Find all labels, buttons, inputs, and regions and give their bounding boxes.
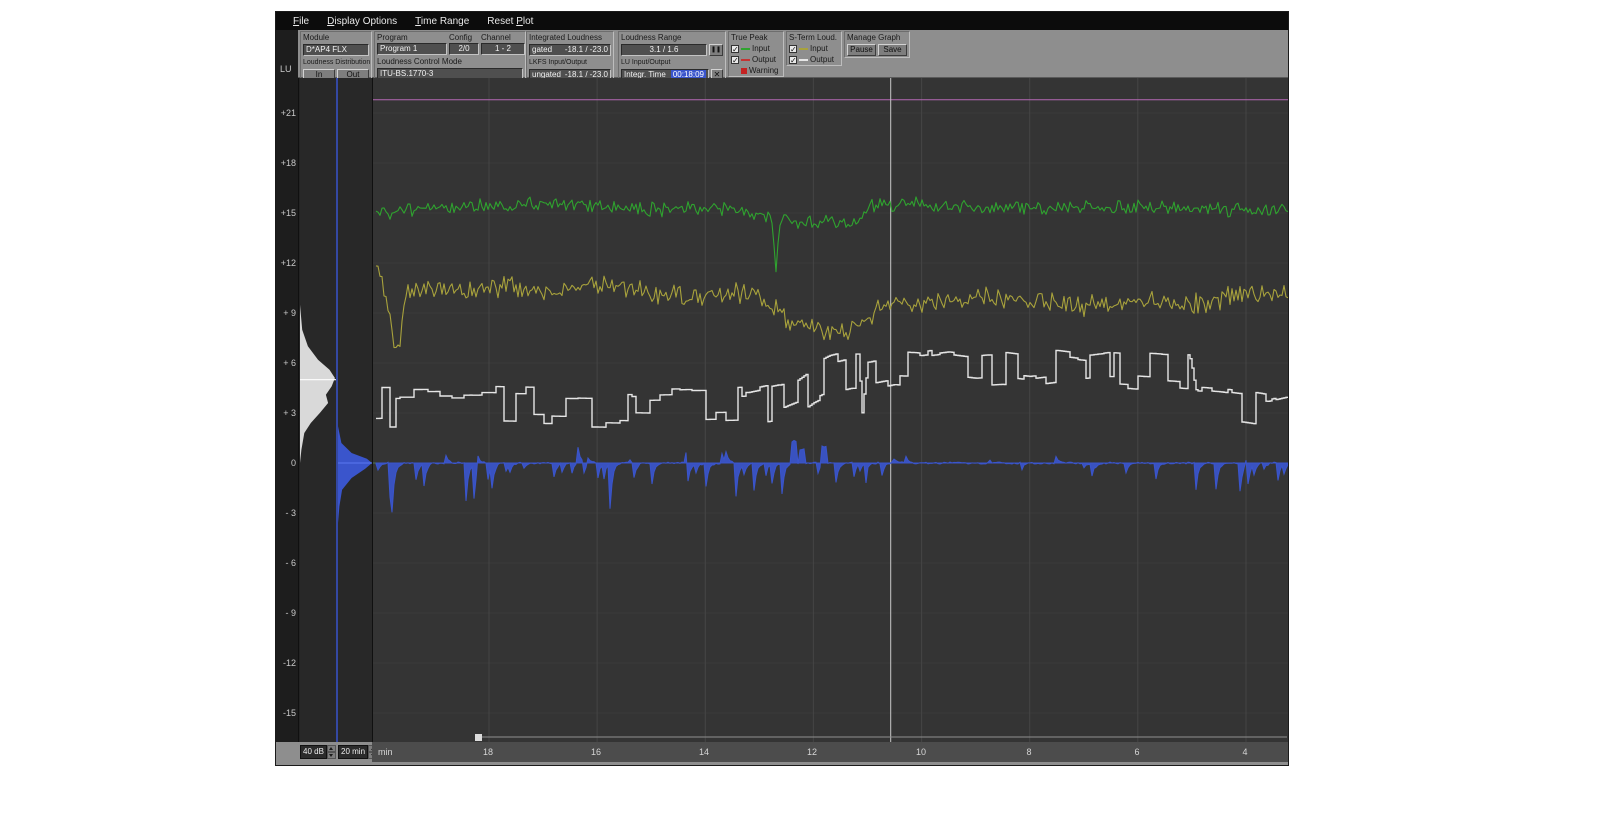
menubar: File Display Options Time Range Reset Pl… bbox=[276, 12, 1288, 30]
save-button[interactable]: Save bbox=[878, 44, 907, 56]
time-tick: 4 bbox=[1242, 747, 1247, 757]
lu-axis-tick: + 3 bbox=[276, 408, 296, 418]
s-term-output-swatch bbox=[799, 59, 808, 61]
loudness-distribution-histogram bbox=[298, 78, 372, 742]
config-label: Config bbox=[449, 33, 479, 42]
checkbox[interactable] bbox=[731, 45, 739, 53]
integrated-loudness-panel: Integrated Loudness gated -18.1 / -23.0 … bbox=[526, 31, 614, 83]
loudness-range-panel: Loudness Range 3.1 / 1.6 ❚❚ LU Input/Out… bbox=[618, 31, 726, 83]
time-tick: 12 bbox=[807, 747, 817, 757]
loudness-range-value: 3.1 / 1.6 bbox=[621, 44, 707, 56]
true-peak-output-row: Output bbox=[731, 55, 781, 64]
s-term-loudness-panel: S-Term Loud. Input Output bbox=[786, 31, 842, 66]
lkfs-unit-label: LKFS Input/Output bbox=[529, 58, 611, 67]
lu-axis bbox=[276, 30, 298, 742]
spin-up-icon[interactable] bbox=[327, 745, 336, 752]
pause-button[interactable]: Pause bbox=[847, 44, 876, 56]
loudness-logger-window: File Display Options Time Range Reset Pl… bbox=[275, 11, 1289, 766]
gated-value: -18.1 / -23.0 bbox=[565, 45, 608, 55]
time-range-value[interactable]: 20 min bbox=[338, 745, 368, 759]
time-axis: min 18 16 14 12 10 8 6 4 bbox=[372, 742, 1288, 762]
program-label: Program bbox=[377, 33, 447, 42]
lu-axis-tick: +15 bbox=[276, 208, 296, 218]
spin-down-icon[interactable] bbox=[327, 752, 336, 759]
lu-axis-tick: + 6 bbox=[276, 358, 296, 368]
lu-axis-tick: - 3 bbox=[276, 508, 296, 518]
time-tick: 14 bbox=[699, 747, 709, 757]
integrated-loudness-label: Integrated Loudness bbox=[529, 33, 611, 42]
time-tick: 8 bbox=[1026, 747, 1031, 757]
true-peak-warning-row: Warning bbox=[731, 66, 781, 75]
time-tick: 6 bbox=[1134, 747, 1139, 757]
loudness-distribution-label: Loudness Distribution bbox=[303, 58, 369, 67]
menu-item-file[interactable]: File bbox=[286, 14, 316, 29]
lu-axis-tick: +12 bbox=[276, 258, 296, 268]
channel-value[interactable]: 1 - 2 bbox=[481, 43, 525, 55]
channel-label: Channel bbox=[481, 33, 525, 42]
lu-axis-tick: 0 bbox=[276, 458, 296, 468]
db-range-spinner bbox=[327, 745, 336, 759]
true-peak-input-row: Input bbox=[731, 44, 781, 53]
lu-axis-tick: +18 bbox=[276, 158, 296, 168]
module-value[interactable]: D*AP4 FLX bbox=[303, 44, 369, 56]
time-axis-unit: min bbox=[378, 747, 393, 757]
manage-graph-label: Manage Graph bbox=[847, 33, 907, 42]
menu-item-reset-plot[interactable]: Reset Plot bbox=[480, 14, 540, 29]
warning-swatch bbox=[741, 68, 747, 74]
s-term-output-row: Output bbox=[789, 55, 839, 64]
menu-item-time-range[interactable]: Time Range bbox=[408, 14, 476, 29]
s-term-input-swatch bbox=[799, 48, 808, 50]
checkbox[interactable] bbox=[789, 56, 797, 64]
module-panel: Module D*AP4 FLX Loudness Distribution I… bbox=[300, 31, 372, 83]
menu-item-display-options[interactable]: Display Options bbox=[320, 14, 404, 29]
program-panel: Program Config Channel Program 1 2/0 1 -… bbox=[374, 31, 526, 82]
time-tick: 16 bbox=[591, 747, 601, 757]
lu-axis-tick: - 6 bbox=[276, 558, 296, 568]
time-tick: 10 bbox=[916, 747, 926, 757]
config-value[interactable]: 2/0 bbox=[449, 43, 479, 55]
lu-axis-tick: - 9 bbox=[276, 608, 296, 618]
lu-axis-unit: LU bbox=[280, 64, 292, 74]
bottom-bar: 40 dB 20 min min 18 16 14 12 10 8 6 4 bbox=[276, 742, 1288, 765]
lu-axis-tick: -12 bbox=[276, 658, 296, 668]
lu-axis-tick: + 9 bbox=[276, 308, 296, 318]
time-tick: 18 bbox=[483, 747, 493, 757]
lu-unit-label: LU Input/Output bbox=[621, 58, 723, 67]
true-peak-output-swatch bbox=[741, 59, 750, 61]
checkbox[interactable] bbox=[789, 45, 797, 53]
lu-axis-tick: -15 bbox=[276, 708, 296, 718]
gated-label: gated bbox=[532, 45, 552, 55]
true-peak-panel: True Peak Input Output Warning bbox=[728, 31, 784, 77]
integrated-gated-row: gated -18.1 / -23.0 bbox=[529, 44, 611, 56]
module-label: Module bbox=[303, 33, 369, 42]
db-range-value[interactable]: 40 dB bbox=[300, 745, 327, 759]
true-peak-label: True Peak bbox=[731, 33, 781, 42]
loudness-control-mode-label: Loudness Control Mode bbox=[377, 57, 523, 66]
pause-icon[interactable]: ❚❚ bbox=[709, 44, 723, 56]
db-range-control: 40 dB bbox=[300, 745, 336, 759]
toolbar: Module D*AP4 FLX Loudness Distribution I… bbox=[298, 30, 1288, 78]
program-value[interactable]: Program 1 bbox=[377, 43, 447, 55]
lu-axis-tick: +21 bbox=[276, 108, 296, 118]
true-peak-input-swatch bbox=[741, 48, 750, 50]
manage-graph-panel: Manage Graph Pause Save bbox=[844, 31, 910, 58]
checkbox[interactable] bbox=[731, 56, 739, 64]
s-term-label: S-Term Loud. bbox=[789, 33, 839, 42]
loudness-plot[interactable] bbox=[372, 78, 1288, 742]
loudness-range-label: Loudness Range bbox=[621, 33, 723, 42]
s-term-input-row: Input bbox=[789, 44, 839, 53]
